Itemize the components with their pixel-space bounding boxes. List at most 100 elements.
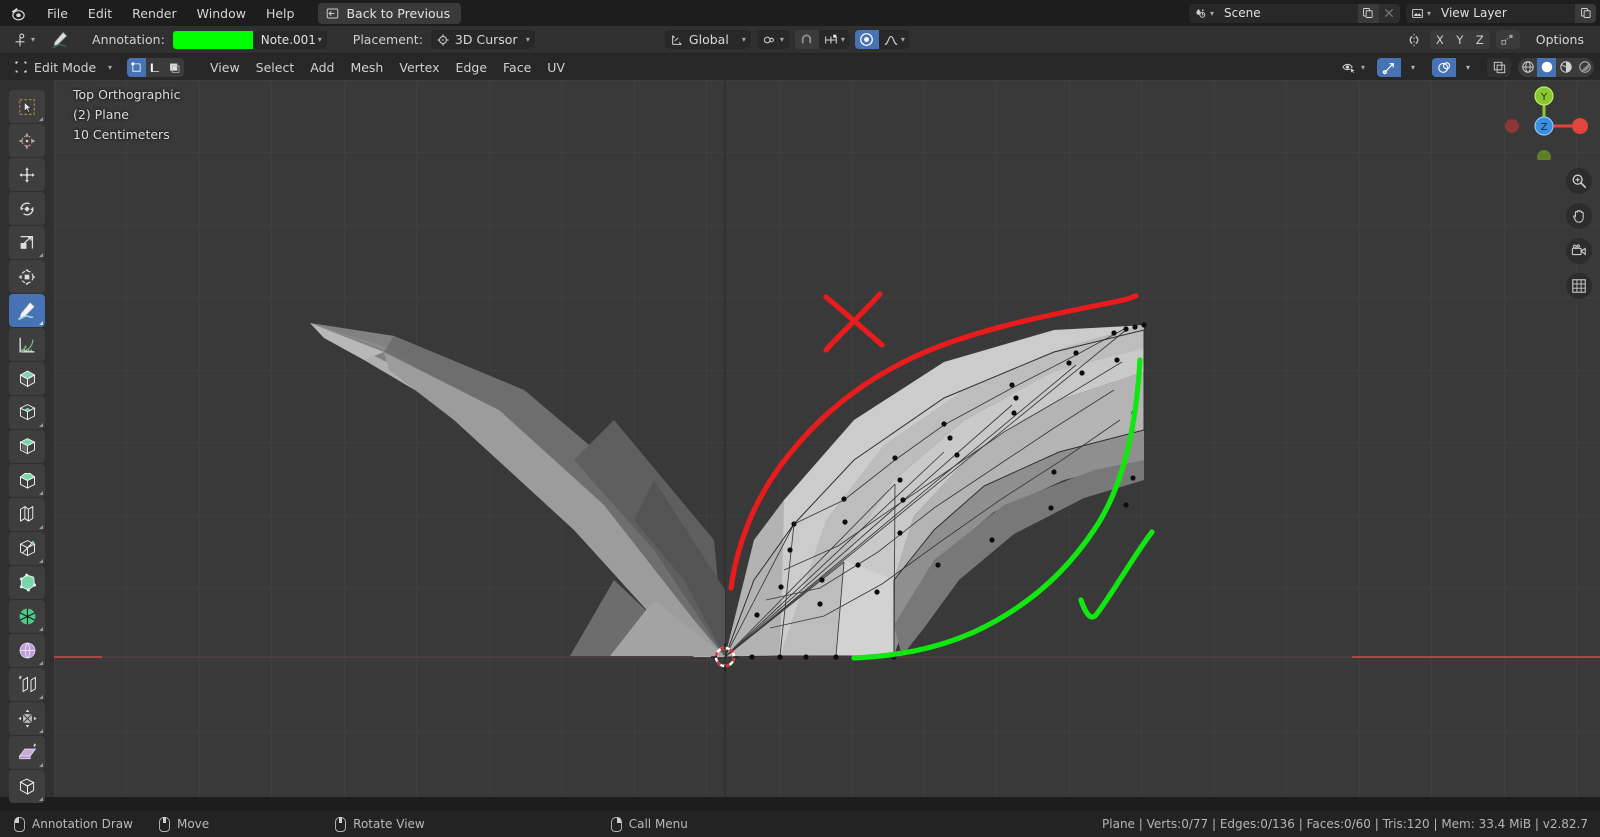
viewport-canvas [54, 80, 1600, 797]
view-layer-name-field[interactable]: View Layer [1435, 3, 1575, 23]
viewport-menu-vertex[interactable]: Vertex [391, 57, 447, 78]
zoom-view-button[interactable] [1566, 168, 1592, 194]
smooth-tool[interactable] [9, 634, 45, 667]
loop-cut-tool[interactable] [9, 498, 45, 531]
toggle-perspective-ortho-button[interactable] [1566, 273, 1592, 299]
measure-tool[interactable] [9, 328, 45, 361]
chevron-down-icon: ▾ [317, 35, 322, 44]
menu-render[interactable]: Render [122, 3, 187, 24]
snapping-group: ▾ [794, 30, 849, 49]
solid-shading-button[interactable] [1537, 57, 1556, 77]
placement-select[interactable]: 3D Cursor ▾ [430, 30, 535, 49]
transform-orientation-value: Global [688, 32, 729, 47]
shrink-fatten-tool[interactable] [9, 702, 45, 735]
pan-view-icon [1573, 210, 1584, 223]
gizmo-axis-neg-x [1505, 119, 1519, 133]
gizmo-arrow-icon [1382, 60, 1397, 75]
vertex-select-mode-button[interactable] [127, 57, 146, 77]
poly-build-tool[interactable] [9, 566, 45, 599]
rip-region-tool[interactable] [9, 770, 45, 803]
view-layer-icon[interactable]: ▾ [1405, 3, 1435, 23]
gizmo-options-dropdown[interactable]: ▾ [1401, 57, 1425, 77]
view-layer-datablock: ▾ View Layer [1405, 3, 1596, 23]
interaction-mode-select[interactable]: Edit Mode ▾ [9, 57, 117, 77]
overlays-toggle[interactable] [1432, 57, 1456, 77]
proportional-editing-group: ▾ [854, 30, 909, 49]
pivot-point-select[interactable]: ▾ [756, 30, 789, 49]
face-select-mode-button[interactable] [165, 57, 184, 77]
viewport-info-grid-scale: 10 Centimeters [73, 127, 170, 142]
options-button[interactable]: Options [1526, 30, 1594, 49]
new-scene-button[interactable] [1357, 3, 1379, 23]
camera-view-button[interactable] [1566, 238, 1592, 264]
cursor-tool-icon [12, 32, 28, 48]
xray-icon [1492, 60, 1507, 75]
overlays-options-dropdown[interactable]: ▾ [1456, 57, 1480, 77]
annotation-layer-select[interactable]: Note.001 ▾ [252, 30, 327, 49]
shear-tool[interactable] [9, 736, 45, 769]
back-to-previous-button[interactable]: Back to Previous [318, 2, 462, 24]
gizmo-toggle[interactable] [1377, 57, 1401, 77]
inset-faces-tool[interactable] [9, 430, 45, 463]
tool-submenu-marker [39, 321, 43, 325]
scene-name-field[interactable]: Scene [1217, 3, 1358, 23]
viewport-menu-add[interactable]: Add [302, 57, 342, 78]
remove-scene-button[interactable] [1378, 3, 1400, 23]
chevron-down-icon: ▾ [1426, 8, 1431, 18]
navigation-gizmo[interactable]: Y Z [1494, 80, 1594, 160]
cursor-tool[interactable] [9, 124, 45, 157]
knife-tool[interactable] [9, 532, 45, 565]
transform-orientation-select[interactable]: Global ▾ [664, 30, 751, 49]
visibility-selector[interactable]: ▾ [1336, 57, 1370, 77]
rendered-shading-button[interactable] [1575, 57, 1594, 77]
mirror-axis-y[interactable]: Y [1449, 30, 1470, 49]
viewport-toolbar [0, 80, 54, 803]
annotation-color-swatch[interactable] [172, 30, 253, 49]
add-cube-tool[interactable] [9, 362, 45, 395]
viewport-info-overlay: Top Orthographic (2) Plane 10 Centimeter… [73, 85, 180, 145]
top-menu-bar: File Edit Render Window Help Back to Pre… [0, 0, 1600, 26]
menu-window[interactable]: Window [187, 3, 256, 24]
rotate-tool[interactable] [9, 192, 45, 225]
viewport-menu-select[interactable]: Select [248, 57, 303, 78]
stabilize-stroke-toggle[interactable] [1495, 30, 1520, 49]
annotation-pencil-icon[interactable] [50, 30, 70, 50]
tweak-tool[interactable] [9, 90, 45, 123]
xray-toggle[interactable] [1487, 57, 1511, 77]
tool-submenu-marker [39, 763, 43, 767]
menu-help[interactable]: Help [256, 3, 305, 24]
spin-tool[interactable] [9, 600, 45, 633]
viewport-menu-mesh[interactable]: Mesh [342, 57, 391, 78]
proportional-editing-toggle[interactable] [854, 30, 879, 49]
new-view-layer-button[interactable] [1575, 3, 1596, 23]
snap-magnet-toggle[interactable] [794, 30, 819, 49]
edge-select-mode-button[interactable] [146, 57, 165, 77]
mirror-axis-z[interactable]: Z [1469, 30, 1490, 49]
transform-tool[interactable] [9, 260, 45, 293]
tool-submenu-marker [39, 525, 43, 529]
bevel-tool[interactable] [9, 464, 45, 497]
viewport-menu-view[interactable]: View [202, 57, 248, 78]
pan-view-button[interactable] [1566, 203, 1592, 229]
wireframe-shading-button[interactable] [1518, 57, 1537, 77]
edge-slide-tool[interactable] [9, 668, 45, 701]
move-tool[interactable] [9, 158, 45, 191]
blender-logo-icon[interactable] [10, 5, 27, 22]
rendered-sphere-icon [1578, 60, 1592, 74]
scene-icon[interactable]: ▾ [1188, 3, 1218, 23]
viewport-menu-uv[interactable]: UV [539, 57, 573, 78]
proportional-falloff-select[interactable]: ▾ [878, 30, 909, 49]
material-preview-shading-button[interactable] [1556, 57, 1575, 77]
viewport-menu-face[interactable]: Face [495, 57, 539, 78]
annotate-tool[interactable] [9, 294, 45, 327]
menu-file[interactable]: File [37, 3, 78, 24]
extrude-region-tool[interactable] [9, 396, 45, 429]
menu-edit[interactable]: Edit [78, 3, 122, 24]
snap-to-select[interactable]: ▾ [818, 30, 849, 49]
scene-datablock: ▾ Scene [1188, 3, 1400, 23]
mirror-axis-x[interactable]: X [1429, 30, 1450, 49]
scale-tool[interactable] [9, 226, 45, 259]
active-tool-selector[interactable]: ▾ [9, 31, 39, 48]
3d-viewport[interactable]: Top Orthographic (2) Plane 10 Centimeter… [54, 80, 1600, 797]
viewport-menu-edge[interactable]: Edge [448, 57, 495, 78]
